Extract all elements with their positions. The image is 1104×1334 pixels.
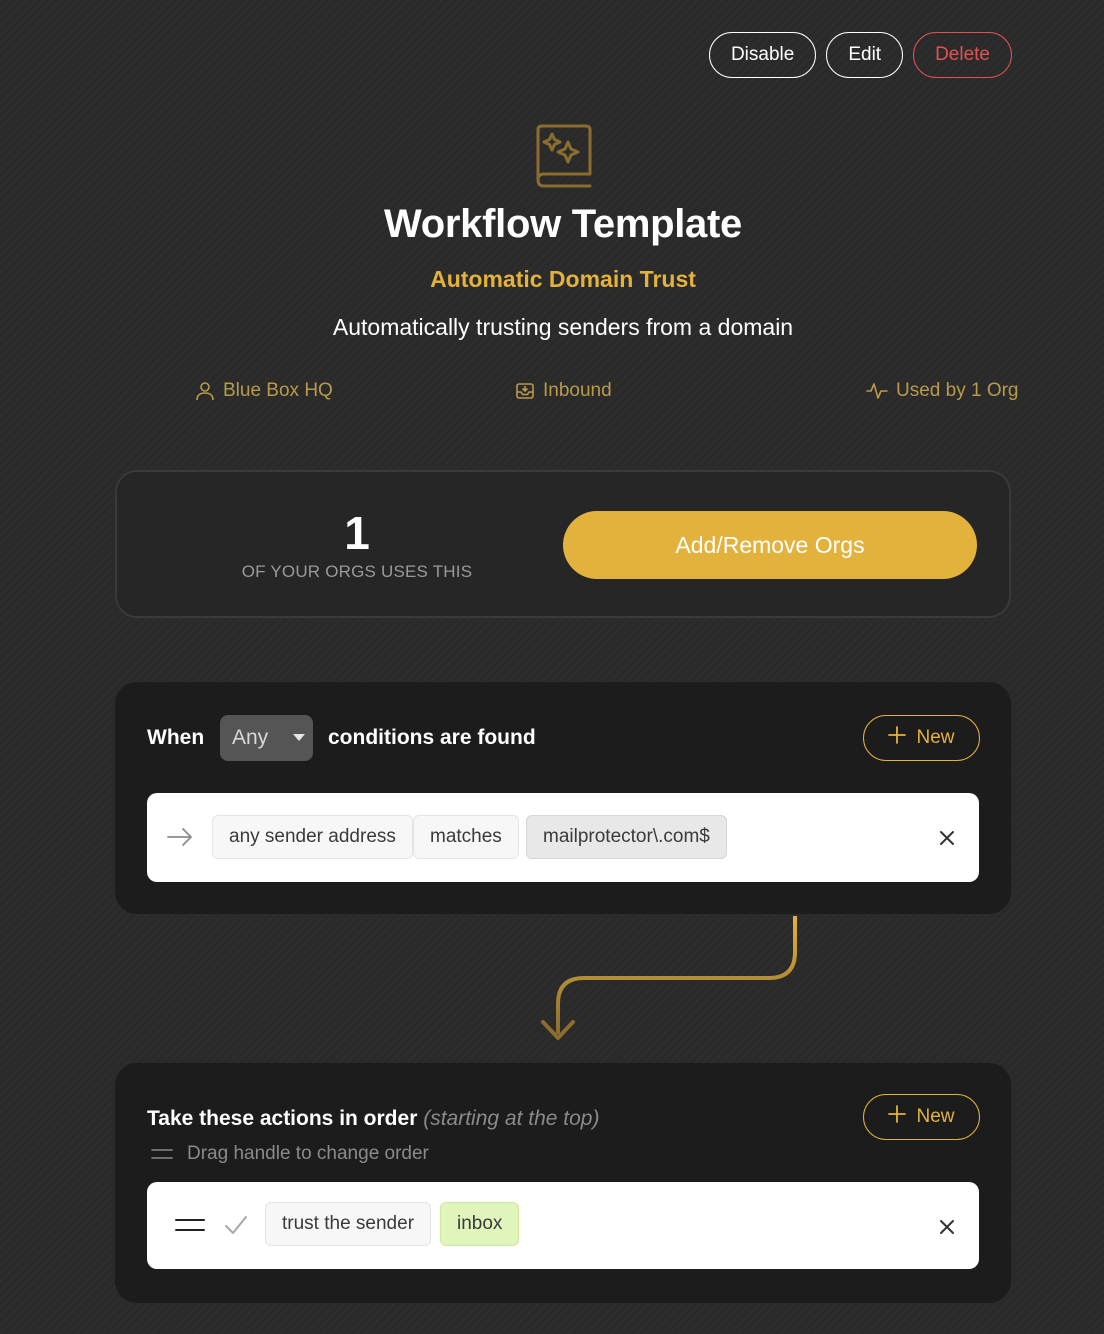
conditions-prefix: When	[147, 726, 205, 749]
new-condition-button[interactable]: New	[863, 715, 980, 761]
add-remove-orgs-button[interactable]: Add/Remove Orgs	[563, 511, 977, 579]
match-mode-value: Any	[232, 726, 269, 749]
match-mode-select[interactable]: Any	[220, 715, 313, 761]
usage-label: Used by 1 Org	[896, 380, 1019, 401]
remove-condition-icon[interactable]	[937, 828, 957, 848]
inbox-tray-icon	[515, 381, 535, 401]
actions-panel: Take these actions in order (starting at…	[115, 1063, 1011, 1303]
owner-label: Blue Box HQ	[223, 380, 333, 401]
check-icon	[224, 1214, 248, 1241]
usage-card: 1 OF YOUR ORGS USES THIS Add/Remove Orgs	[115, 470, 1011, 618]
disable-button[interactable]: Disable	[708, 32, 817, 78]
org-usage-caption: OF YOUR ORGS USES THIS	[241, 562, 473, 581]
actions-heading-title: Take these actions in order	[147, 1107, 418, 1130]
flow-connector-arrow-icon	[530, 914, 810, 1049]
sparkle-book-icon	[532, 122, 594, 190]
delete-button[interactable]: Delete	[913, 32, 1012, 78]
edit-button[interactable]: Edit	[826, 32, 904, 78]
header-actions: Disable Edit Delete	[708, 32, 1012, 78]
plus-icon	[888, 1105, 907, 1129]
caret-down-icon	[293, 734, 305, 741]
direction-label: Inbound	[543, 380, 612, 401]
new-action-button[interactable]: New	[863, 1094, 980, 1140]
template-name: Automatic Domain Trust	[430, 266, 696, 292]
meta-owner: Blue Box HQ	[195, 380, 333, 402]
condition-row: any sender address matches mailprotector…	[147, 793, 979, 882]
org-usage-count: 1	[344, 507, 370, 559]
conditions-suffix: conditions are found	[328, 726, 536, 749]
page-title: Workflow Template	[384, 202, 742, 246]
plus-icon	[888, 726, 907, 750]
conditions-panel: When Any conditions are found New any se…	[115, 682, 1011, 914]
meta-direction: Inbound	[515, 380, 612, 402]
condition-field-chip[interactable]: any sender address	[212, 815, 413, 859]
remove-action-icon[interactable]	[937, 1217, 957, 1237]
action-row: trust the sender inbox	[147, 1182, 979, 1269]
action-target-chip[interactable]: inbox	[440, 1202, 520, 1246]
arrow-right-icon	[167, 828, 193, 851]
new-condition-label: New	[916, 727, 955, 748]
drag-hint: Drag handle to change order	[187, 1143, 429, 1164]
action-type-chip[interactable]: trust the sender	[265, 1202, 432, 1246]
meta-usage: Used by 1 Org	[866, 380, 1019, 402]
drag-handle-hint-icon	[151, 1147, 173, 1165]
new-action-label: New	[916, 1106, 955, 1127]
actions-heading: Take these actions in order (starting at…	[147, 1107, 599, 1131]
actions-heading-note: (starting at the top)	[423, 1107, 600, 1130]
condition-operator-chip[interactable]: matches	[413, 815, 519, 859]
condition-value-chip[interactable]: mailprotector\.com$	[526, 815, 727, 859]
template-description: Automatically trusting senders from a do…	[332, 314, 794, 340]
drag-handle-icon[interactable]	[175, 1218, 205, 1237]
activity-icon	[866, 381, 888, 401]
user-icon	[195, 381, 215, 401]
